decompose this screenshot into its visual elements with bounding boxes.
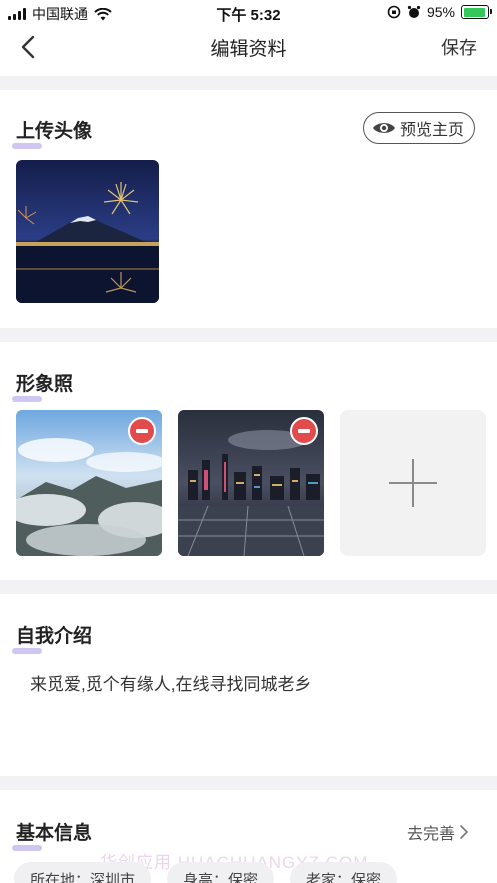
location-chip[interactable]: 所在地：深圳市 bbox=[14, 862, 152, 883]
title-underline bbox=[12, 845, 42, 851]
avatar-image[interactable] bbox=[16, 160, 159, 303]
section-divider bbox=[0, 328, 497, 342]
plus-icon bbox=[412, 459, 414, 507]
remove-photo-button[interactable] bbox=[128, 417, 156, 445]
intro-section-title: 自我介绍 bbox=[12, 621, 92, 654]
page-title: 编辑资料 bbox=[210, 39, 287, 60]
title-underline bbox=[12, 143, 42, 149]
battery-icon bbox=[461, 5, 492, 19]
eye-icon bbox=[372, 123, 395, 133]
preview-homepage-button[interactable]: 预览主页 bbox=[362, 112, 475, 144]
add-photo-button[interactable] bbox=[340, 410, 486, 556]
basic-info-chips: 所在地：深圳市 身高：保密 老家：保密 bbox=[14, 862, 398, 883]
intro-text[interactable]: 来觅爱,觅个有缘人,在线寻找同城老乡 bbox=[30, 670, 311, 695]
remove-photo-button[interactable] bbox=[290, 417, 318, 445]
basic-info-section-title: 基本信息 bbox=[12, 818, 92, 851]
save-button[interactable]: 保存 bbox=[441, 34, 477, 60]
section-divider bbox=[0, 776, 497, 790]
photo-item[interactable] bbox=[16, 410, 162, 556]
title-underline bbox=[12, 396, 42, 402]
complete-info-link[interactable]: 去完善 bbox=[407, 820, 469, 844]
battery-percent: 95% bbox=[426, 4, 455, 20]
chevron-right-icon bbox=[460, 825, 469, 839]
status-right: 95% bbox=[387, 4, 492, 20]
photos-section-title: 形象照 bbox=[12, 369, 73, 402]
rotation-lock-icon bbox=[387, 5, 401, 19]
section-divider bbox=[0, 580, 497, 594]
alarm-icon bbox=[407, 5, 421, 18]
height-chip[interactable]: 身高：保密 bbox=[167, 862, 275, 883]
photo-item[interactable] bbox=[178, 410, 324, 556]
hometown-chip[interactable]: 老家：保密 bbox=[290, 862, 398, 883]
status-bar: 中国联通 下午 5:32 95% bbox=[0, 0, 497, 26]
section-divider bbox=[0, 76, 497, 90]
nav-bar: 编辑资料 保存 bbox=[0, 26, 497, 76]
title-underline bbox=[12, 648, 42, 654]
avatar-section-title: 上传头像 bbox=[12, 116, 92, 149]
